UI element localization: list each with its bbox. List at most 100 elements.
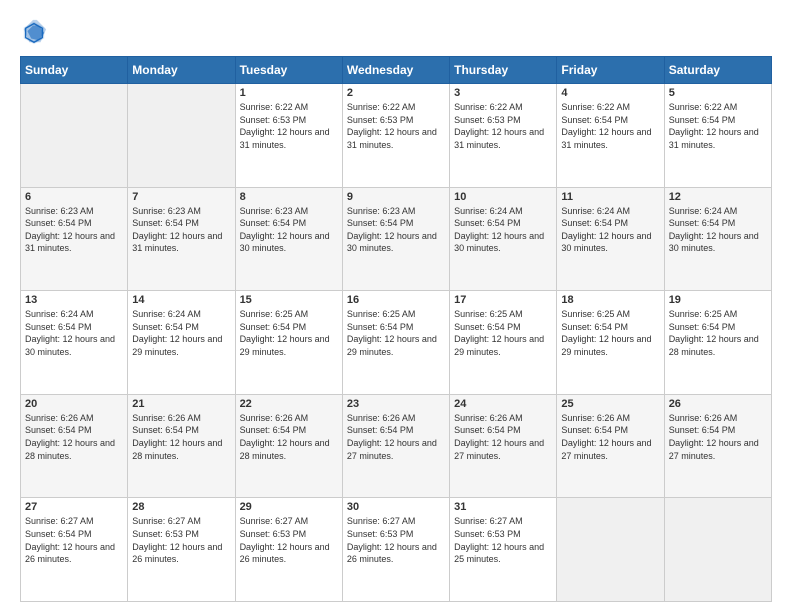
calendar-cell: 20 Sunrise: 6:26 AM Sunset: 6:54 PM Dayli… (21, 394, 128, 498)
day-number: 19 (669, 294, 767, 306)
day-info: Sunrise: 6:24 AM Sunset: 6:54 PM Dayligh… (669, 205, 767, 255)
calendar-cell (664, 498, 771, 602)
calendar-cell: 11Sunrise: 6:24 AM Sunset: 6:54 PM Dayli… (557, 187, 664, 291)
day-info: Sunrise: 6:22 AM Sunset: 6:53 PM Dayligh… (454, 101, 552, 151)
day-number: 16 (347, 294, 445, 306)
calendar-cell: 5 Sunrise: 6:22 AM Sunset: 6:54 PM Daylig… (664, 84, 771, 188)
calendar-week-row: 1 Sunrise: 6:22 AM Sunset: 6:53 PM Daylig… (21, 84, 772, 188)
day-number: 17 (454, 294, 552, 306)
day-info: Sunrise: 6:23 AM Sunset: 6:54 PM Dayligh… (132, 205, 230, 255)
day-number: 9 (347, 191, 445, 203)
day-number: 28 (132, 501, 230, 513)
calendar-cell: 23 Sunrise: 6:26 AM Sunset: 6:54 PM Dayli… (342, 394, 449, 498)
calendar-cell: 15Sunrise: 6:25 AM Sunset: 6:54 PM Dayli… (235, 291, 342, 395)
calendar-cell: 9 Sunrise: 6:23 AM Sunset: 6:54 PM Daylig… (342, 187, 449, 291)
logo-icon (20, 18, 48, 46)
day-number: 26 (669, 398, 767, 410)
page: SundayMondayTuesdayWednesdayThursdayFrid… (0, 0, 792, 612)
day-of-week-header: Tuesday (235, 57, 342, 84)
day-number: 8 (240, 191, 338, 203)
day-of-week-header: Friday (557, 57, 664, 84)
day-of-week-header: Monday (128, 57, 235, 84)
day-number: 1 (240, 87, 338, 99)
day-info: Sunrise: 6:24 AM Sunset: 6:54 PM Dayligh… (132, 308, 230, 358)
day-info: Sunrise: 6:27 AM Sunset: 6:53 PM Dayligh… (347, 515, 445, 565)
day-number: 21 (132, 398, 230, 410)
day-number: 29 (240, 501, 338, 513)
calendar-cell: 13 Sunrise: 6:24 AM Sunset: 6:54 PM Dayli… (21, 291, 128, 395)
day-info: Sunrise: 6:23 AM Sunset: 6:54 PM Dayligh… (347, 205, 445, 255)
calendar-week-row: 20 Sunrise: 6:26 AM Sunset: 6:54 PM Dayli… (21, 394, 772, 498)
day-info: Sunrise: 6:26 AM Sunset: 6:54 PM Dayligh… (240, 412, 338, 462)
calendar-cell (557, 498, 664, 602)
day-info: Sunrise: 6:25 AM Sunset: 6:54 PM Dayligh… (347, 308, 445, 358)
calendar-cell: 17 Sunrise: 6:25 AM Sunset: 6:54 PM Dayli… (450, 291, 557, 395)
day-of-week-header: Sunday (21, 57, 128, 84)
calendar-cell: 14 Sunrise: 6:24 AM Sunset: 6:54 PM Dayli… (128, 291, 235, 395)
day-number: 27 (25, 501, 123, 513)
calendar-cell: 6Sunrise: 6:23 AM Sunset: 6:54 PM Daylig… (21, 187, 128, 291)
day-number: 10 (454, 191, 552, 203)
calendar-cell (21, 84, 128, 188)
day-number: 11 (561, 191, 659, 203)
calendar-week-row: 27 Sunrise: 6:27 AM Sunset: 6:54 PM Dayli… (21, 498, 772, 602)
logo (20, 18, 52, 46)
calendar-cell: 1 Sunrise: 6:22 AM Sunset: 6:53 PM Daylig… (235, 84, 342, 188)
day-of-week-header: Saturday (664, 57, 771, 84)
day-number: 4 (561, 87, 659, 99)
day-info: Sunrise: 6:27 AM Sunset: 6:54 PM Dayligh… (25, 515, 123, 565)
day-info: Sunrise: 6:26 AM Sunset: 6:54 PM Dayligh… (454, 412, 552, 462)
calendar-cell: 3Sunrise: 6:22 AM Sunset: 6:53 PM Daylig… (450, 84, 557, 188)
day-info: Sunrise: 6:25 AM Sunset: 6:54 PM Dayligh… (240, 308, 338, 358)
calendar-cell: 21 Sunrise: 6:26 AM Sunset: 6:54 PM Dayli… (128, 394, 235, 498)
calendar-cell: 7 Sunrise: 6:23 AM Sunset: 6:54 PM Daylig… (128, 187, 235, 291)
calendar-cell: 26 Sunrise: 6:26 AM Sunset: 6:54 PM Dayli… (664, 394, 771, 498)
day-number: 7 (132, 191, 230, 203)
day-info: Sunrise: 6:27 AM Sunset: 6:53 PM Dayligh… (240, 515, 338, 565)
day-number: 14 (132, 294, 230, 306)
day-info: Sunrise: 6:23 AM Sunset: 6:54 PM Dayligh… (240, 205, 338, 255)
day-number: 13 (25, 294, 123, 306)
calendar-cell: 29 Sunrise: 6:27 AM Sunset: 6:53 PM Dayli… (235, 498, 342, 602)
calendar-cell: 24 Sunrise: 6:26 AM Sunset: 6:54 PM Dayli… (450, 394, 557, 498)
day-info: Sunrise: 6:27 AM Sunset: 6:53 PM Dayligh… (454, 515, 552, 565)
day-number: 22 (240, 398, 338, 410)
day-info: Sunrise: 6:26 AM Sunset: 6:54 PM Dayligh… (669, 412, 767, 462)
day-info: Sunrise: 6:22 AM Sunset: 6:54 PM Dayligh… (669, 101, 767, 151)
calendar-cell: 16 Sunrise: 6:25 AM Sunset: 6:54 PM Dayli… (342, 291, 449, 395)
day-number: 23 (347, 398, 445, 410)
day-info: Sunrise: 6:25 AM Sunset: 6:54 PM Dayligh… (454, 308, 552, 358)
calendar-cell: 28Sunrise: 6:27 AM Sunset: 6:53 PM Dayli… (128, 498, 235, 602)
day-number: 30 (347, 501, 445, 513)
calendar-cell: 12Sunrise: 6:24 AM Sunset: 6:54 PM Dayli… (664, 187, 771, 291)
calendar-week-row: 6Sunrise: 6:23 AM Sunset: 6:54 PM Daylig… (21, 187, 772, 291)
header (20, 18, 772, 46)
calendar-cell: 25 Sunrise: 6:26 AM Sunset: 6:54 PM Dayli… (557, 394, 664, 498)
day-info: Sunrise: 6:22 AM Sunset: 6:53 PM Dayligh… (240, 101, 338, 151)
day-number: 2 (347, 87, 445, 99)
day-info: Sunrise: 6:26 AM Sunset: 6:54 PM Dayligh… (132, 412, 230, 462)
day-number: 24 (454, 398, 552, 410)
calendar-week-row: 13 Sunrise: 6:24 AM Sunset: 6:54 PM Dayli… (21, 291, 772, 395)
day-number: 18 (561, 294, 659, 306)
calendar-cell: 18Sunrise: 6:25 AM Sunset: 6:54 PM Dayli… (557, 291, 664, 395)
day-number: 20 (25, 398, 123, 410)
day-of-week-header: Thursday (450, 57, 557, 84)
day-info: Sunrise: 6:26 AM Sunset: 6:54 PM Dayligh… (561, 412, 659, 462)
day-info: Sunrise: 6:26 AM Sunset: 6:54 PM Dayligh… (347, 412, 445, 462)
calendar-cell: 2 Sunrise: 6:22 AM Sunset: 6:53 PM Daylig… (342, 84, 449, 188)
day-info: Sunrise: 6:22 AM Sunset: 6:53 PM Dayligh… (347, 101, 445, 151)
calendar-cell: 27 Sunrise: 6:27 AM Sunset: 6:54 PM Dayli… (21, 498, 128, 602)
calendar-cell (128, 84, 235, 188)
day-info: Sunrise: 6:24 AM Sunset: 6:54 PM Dayligh… (25, 308, 123, 358)
calendar-cell: 22 Sunrise: 6:26 AM Sunset: 6:54 PM Dayli… (235, 394, 342, 498)
day-number: 25 (561, 398, 659, 410)
calendar-cell: 30 Sunrise: 6:27 AM Sunset: 6:53 PM Dayli… (342, 498, 449, 602)
day-of-week-header: Wednesday (342, 57, 449, 84)
day-info: Sunrise: 6:25 AM Sunset: 6:54 PM Dayligh… (669, 308, 767, 358)
calendar-header-row: SundayMondayTuesdayWednesdayThursdayFrid… (21, 57, 772, 84)
calendar-cell: 8 Sunrise: 6:23 AM Sunset: 6:54 PM Daylig… (235, 187, 342, 291)
day-number: 5 (669, 87, 767, 99)
day-info: Sunrise: 6:26 AM Sunset: 6:54 PM Dayligh… (25, 412, 123, 462)
calendar-cell: 4Sunrise: 6:22 AM Sunset: 6:54 PM Daylig… (557, 84, 664, 188)
